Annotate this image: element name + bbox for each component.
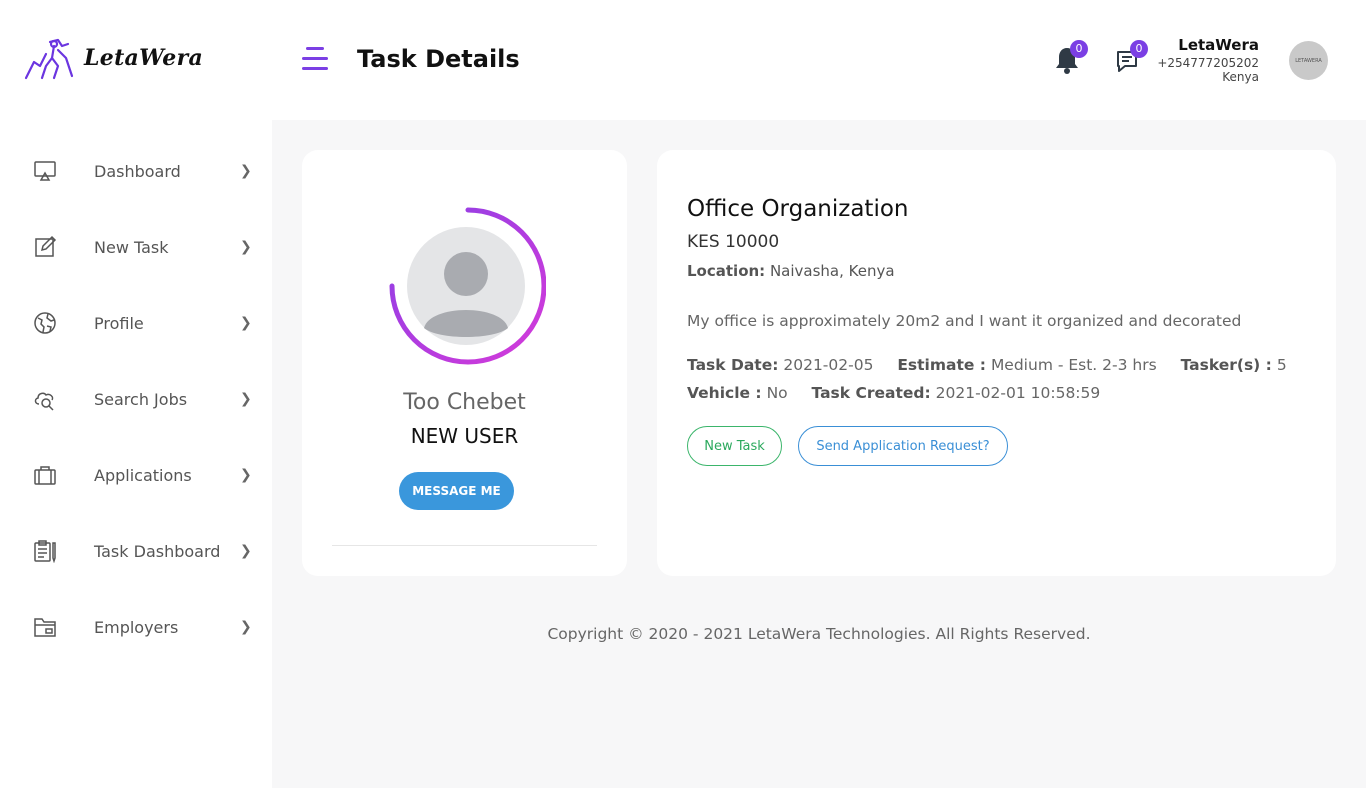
- send-application-button[interactable]: Send Application Request?: [798, 426, 1008, 466]
- message-me-button[interactable]: MESSAGE ME: [399, 472, 514, 510]
- globe-icon: [34, 312, 56, 334]
- clipboard-icon: [34, 540, 56, 563]
- sidebar-item-dashboard[interactable]: Dashboard ❯: [0, 151, 272, 191]
- sidebar-item-label: Task Dashboard: [94, 541, 221, 561]
- estimate-value: Medium - Est. 2-3 hrs: [990, 356, 1157, 374]
- vehicle-label: Vehicle :: [687, 384, 762, 402]
- messages-badge: 0: [1130, 40, 1148, 58]
- task-details-card: Office Organization KES 10000 Location: …: [657, 150, 1336, 576]
- task-date-label: Task Date:: [687, 356, 779, 374]
- chevron-right-icon: ❯: [240, 315, 252, 331]
- logo-text: LetaWera: [84, 45, 204, 71]
- sidebar-item-search-jobs[interactable]: Search Jobs ❯: [0, 379, 272, 419]
- taskers-label: Tasker(s) :: [1180, 356, 1272, 374]
- user-country: Kenya: [1222, 70, 1259, 84]
- folder-icon: [34, 618, 56, 637]
- task-location: Location: Naivasha, Kenya: [687, 262, 895, 280]
- sidebar: Dashboard ❯ New Task ❯ Profile ❯ Search …: [0, 120, 272, 788]
- vehicle-value: No: [766, 384, 788, 402]
- profile-role: NEW USER: [410, 424, 519, 448]
- user-phone: +254777205202: [1157, 56, 1259, 70]
- task-meta-row-2: Vehicle : No Task Created: 2021-02-01 10…: [687, 384, 1100, 402]
- chevron-right-icon: ❯: [240, 239, 252, 255]
- hamburger-menu-icon[interactable]: [302, 47, 330, 71]
- footer-copyright: Copyright © 2020 - 2021 LetaWera Technol…: [547, 625, 1091, 643]
- estimate-label: Estimate :: [897, 356, 986, 374]
- sidebar-item-label: Applications: [94, 465, 192, 485]
- user-info[interactable]: LetaWera +254777205202 Kenya: [1157, 36, 1259, 84]
- sidebar-item-task-dashboard[interactable]: Task Dashboard ❯: [0, 531, 272, 571]
- sidebar-item-label: Profile: [94, 313, 144, 333]
- avatar-text: LETAWERA: [1295, 57, 1322, 64]
- task-title: Office Organization: [687, 196, 909, 222]
- profile-avatar[interactable]: [386, 206, 546, 366]
- sidebar-item-applications[interactable]: Applications ❯: [0, 455, 272, 495]
- profile-name: Too Chebet: [403, 390, 526, 415]
- user-avatar[interactable]: LETAWERA: [1289, 41, 1328, 80]
- chevron-right-icon: ❯: [240, 619, 252, 635]
- task-meta-row-1: Task Date: 2021-02-05 Estimate : Medium …: [687, 356, 1287, 374]
- top-header: LetaWera Task Details 0 0 LetaWera +2547…: [0, 0, 1366, 120]
- monitor-icon: [34, 161, 56, 181]
- chevron-right-icon: ❯: [240, 391, 252, 407]
- taskers-value: 5: [1276, 356, 1287, 374]
- sidebar-item-employers[interactable]: Employers ❯: [0, 607, 272, 647]
- sidebar-item-label: Search Jobs: [94, 389, 188, 409]
- location-value: Naivasha, Kenya: [769, 262, 895, 280]
- page-title: Task Details: [357, 45, 520, 73]
- cloud-search-icon: [34, 392, 54, 411]
- edit-icon: [35, 235, 57, 257]
- notifications-button[interactable]: 0: [1054, 40, 1088, 74]
- divider: [332, 545, 597, 546]
- messages-button[interactable]: 0: [1114, 40, 1148, 74]
- task-date-value: 2021-02-05: [783, 356, 874, 374]
- profile-card: Too Chebet NEW USER MESSAGE ME: [302, 150, 627, 576]
- task-created-label: Task Created:: [811, 384, 931, 402]
- sidebar-item-profile[interactable]: Profile ❯: [0, 303, 272, 343]
- brand-logo[interactable]: LetaWera: [24, 36, 203, 80]
- main-content: Too Chebet NEW USER MESSAGE ME Office Or…: [272, 120, 1366, 788]
- task-created-value: 2021-02-01 10:58:59: [935, 384, 1101, 402]
- chevron-right-icon: ❯: [240, 543, 252, 559]
- task-description: My office is approximately 20m2 and I wa…: [687, 312, 1242, 330]
- chevron-right-icon: ❯: [240, 163, 252, 179]
- sidebar-item-new-task[interactable]: New Task ❯: [0, 227, 272, 267]
- notifications-badge: 0: [1070, 40, 1088, 58]
- logo-icon: [24, 38, 74, 80]
- new-task-button[interactable]: New Task: [687, 426, 782, 466]
- location-label: Location:: [687, 262, 766, 280]
- sidebar-item-label: New Task: [94, 237, 169, 257]
- sidebar-item-label: Dashboard: [94, 161, 181, 181]
- chevron-right-icon: ❯: [240, 467, 252, 483]
- sidebar-item-label: Employers: [94, 617, 179, 637]
- task-price: KES 10000: [687, 232, 780, 252]
- user-name: LetaWera: [1178, 36, 1259, 54]
- briefcase-icon: [34, 466, 56, 485]
